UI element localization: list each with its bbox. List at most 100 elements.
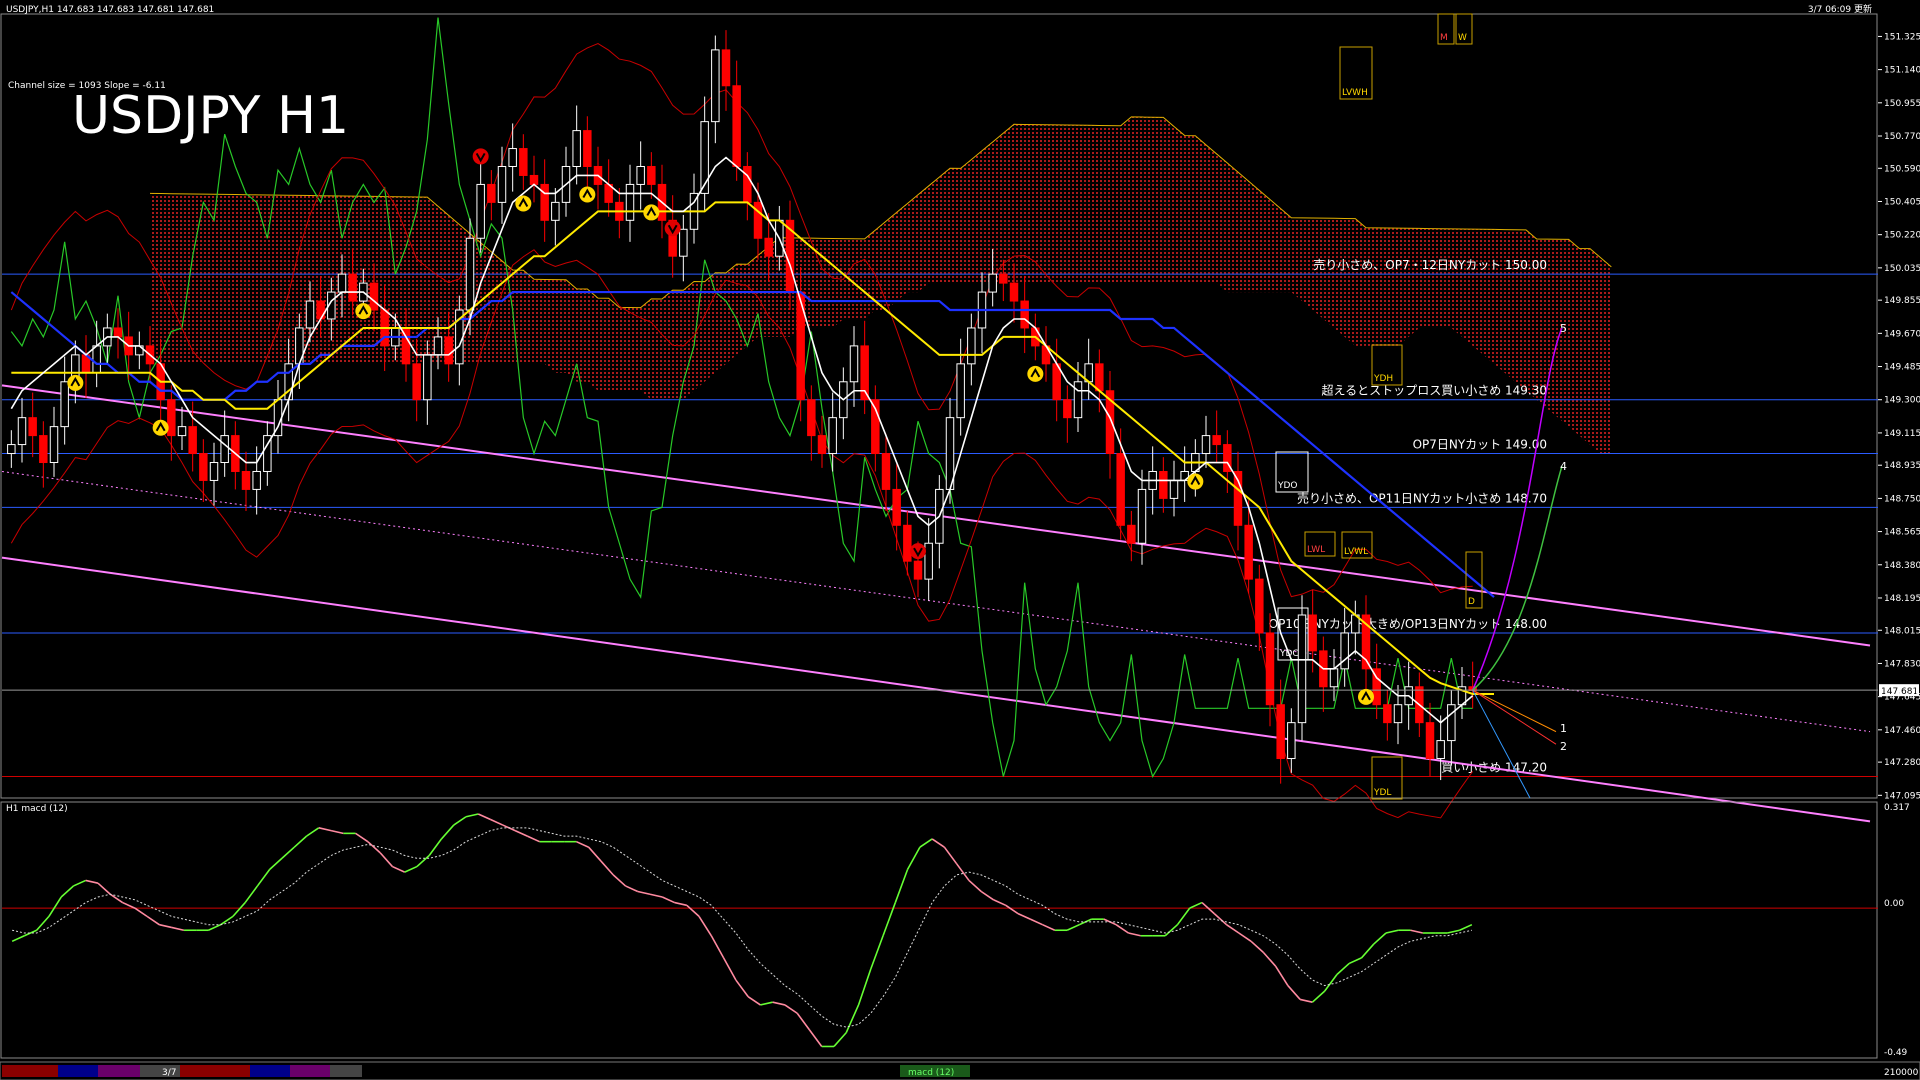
candle-body [1212, 435, 1221, 446]
box-label: LWL [1307, 545, 1325, 555]
macd-segment [48, 896, 62, 917]
macd-segment [931, 838, 945, 848]
candle-body [92, 345, 101, 374]
candle-body [1095, 363, 1104, 392]
macd-segment [256, 868, 271, 887]
macd-segment [661, 896, 675, 904]
macd-segment [1360, 943, 1375, 959]
macd-segment [232, 902, 246, 917]
candle-body [636, 165, 645, 185]
candle-body [508, 148, 517, 167]
candle-body [28, 417, 37, 437]
candle-body [1116, 453, 1125, 526]
timeframe-tab-1[interactable] [2, 1065, 58, 1077]
candle-body [711, 49, 720, 123]
macd-segment [477, 813, 491, 821]
macd-axis-top: 0.317 [1884, 803, 1910, 813]
macd-label: H1 macd (12) [6, 804, 68, 814]
candle-body [551, 201, 560, 221]
macd-segment [1410, 929, 1423, 934]
box-label: YDH [1373, 374, 1393, 384]
candle-body [583, 130, 592, 167]
timeframe-tab-7[interactable] [290, 1065, 330, 1077]
macd-segment [600, 860, 614, 876]
timeframe-tab-2[interactable] [58, 1065, 98, 1077]
candle-body [7, 444, 16, 455]
candle-body [1244, 524, 1253, 580]
macd-segment [1066, 923, 1080, 931]
candle-body [487, 183, 496, 203]
candle-body [849, 345, 859, 383]
price-tick-label: 147.460 [1884, 726, 1920, 736]
macd-segment [833, 1032, 847, 1047]
macd-segment [637, 890, 651, 896]
candle-body [113, 327, 123, 338]
bottom-bar: 3/7 macd (12) 210000 [0, 1061, 1920, 1080]
price-tick-label: 148.750 [1884, 494, 1920, 504]
macd-segment [514, 829, 528, 837]
candle-body [572, 130, 581, 167]
candle-body [1063, 399, 1072, 419]
candle-body [1169, 479, 1179, 499]
candle-body [679, 228, 688, 257]
datetime: 3/7 06:09 更新 [1808, 3, 1872, 15]
timeframe-tab-6[interactable] [250, 1065, 290, 1077]
macd-segment [220, 915, 234, 926]
candle-body [988, 273, 997, 293]
level-label: 売り小さめ、OP11日NYカット小さめ 148.70 [1297, 490, 1547, 505]
price-tick-label: 150.220 [1884, 231, 1920, 241]
candle-body [828, 417, 837, 455]
candle-body [700, 121, 709, 194]
timeframe-tab-8[interactable] [330, 1065, 362, 1077]
macd-segment [919, 838, 933, 848]
macd-segment [1189, 901, 1203, 909]
candle-body [337, 273, 347, 293]
candle-body [177, 426, 187, 437]
macd-segment [281, 846, 295, 859]
macd-pane [0, 801, 1878, 1059]
price-tick-label: 149.670 [1884, 329, 1920, 339]
box-label: M [1440, 33, 1448, 43]
box-label: LVWH [1342, 88, 1368, 98]
macd-segment [1238, 932, 1252, 942]
timeframe-tab-3[interactable] [98, 1065, 140, 1077]
macd-segment [796, 1012, 811, 1031]
macd-segment [870, 935, 884, 970]
candle-body [199, 453, 208, 481]
price-tick-label: 148.935 [1884, 461, 1920, 471]
candle-body [369, 282, 379, 311]
price-tick-label: 148.015 [1884, 626, 1920, 636]
candle-body [1020, 300, 1029, 329]
macd-segment [318, 827, 332, 832]
macd-segment [1324, 974, 1338, 992]
bottom-right-value: 210000 [1884, 1068, 1919, 1078]
candle-body [743, 165, 752, 203]
candle-body [1340, 632, 1349, 670]
price-tick-label: 150.590 [1884, 164, 1920, 174]
box-label: YDO [1277, 481, 1298, 491]
macd-segment [1311, 990, 1326, 1003]
macd-segment [1128, 932, 1141, 937]
macd-segment [845, 1004, 860, 1033]
projection-2 [1472, 689, 1557, 745]
macd-segment [968, 879, 982, 893]
candle-body [1436, 740, 1445, 760]
candle-body [188, 426, 197, 455]
macd-segment [576, 840, 589, 848]
box-label: D [1468, 597, 1475, 607]
candle-body [252, 470, 261, 490]
price-tick-label: 150.035 [1884, 264, 1920, 274]
candle-body [881, 453, 891, 490]
macd-segment [980, 890, 994, 901]
timeframe-tab-5[interactable] [180, 1065, 250, 1077]
price-tick-label: 147.830 [1884, 659, 1920, 669]
bottom-indicator: macd (12) [908, 1068, 954, 1078]
candle-body [316, 300, 325, 320]
candle-body [1276, 704, 1285, 760]
macd-segment [404, 865, 418, 873]
macd-segment [1262, 951, 1277, 967]
candle-body [1297, 614, 1307, 724]
projection-1 [1472, 689, 1557, 733]
macd-segment [453, 816, 467, 826]
price-axis: 147.681151.325151.140150.955150.770150.5… [1878, 32, 1920, 801]
